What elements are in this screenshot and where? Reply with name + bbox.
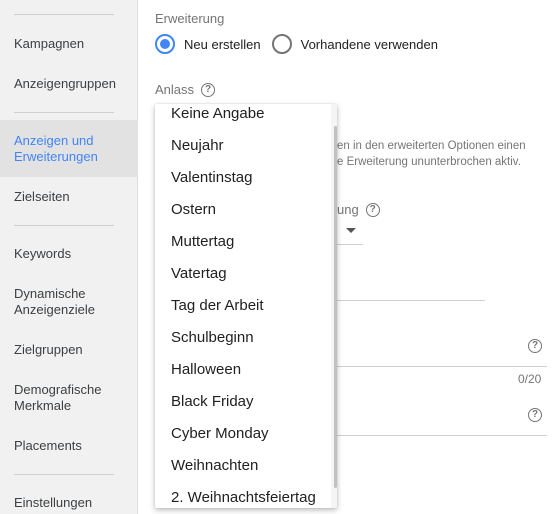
extension-radio-group: Neu erstellen Vorhandene verwenden bbox=[155, 34, 449, 54]
info-text-line-1: en in den erweiterten Optionen einen bbox=[337, 140, 526, 152]
chevron-down-icon[interactable] bbox=[346, 228, 356, 233]
occasion-label: Anlass ? bbox=[155, 82, 216, 97]
extension-label: Erweiterung bbox=[155, 11, 225, 26]
dropdown-option[interactable]: Halloween bbox=[155, 354, 331, 386]
dropdown-option[interactable]: Cyber Monday bbox=[155, 418, 331, 450]
sidebar-divider bbox=[14, 112, 114, 113]
dropdown-scrollbar[interactable] bbox=[331, 104, 337, 508]
sidebar-item-zielgruppen[interactable]: Zielgruppen bbox=[0, 342, 138, 358]
sidebar-divider bbox=[14, 225, 114, 226]
radio-new-label[interactable]: Neu erstellen bbox=[184, 37, 261, 52]
dropdown-option[interactable]: Schulbeginn bbox=[155, 322, 331, 354]
help-icon[interactable]: ? bbox=[201, 82, 216, 97]
radio-new[interactable] bbox=[155, 34, 175, 54]
sidebar-item-zielseiten[interactable]: Zielseiten bbox=[0, 189, 138, 205]
sidebar-item-einstellungen[interactable]: Einstellungen bbox=[0, 495, 138, 511]
dropdown-option[interactable]: Ostern bbox=[155, 194, 331, 226]
radio-existing-label[interactable]: Vorhandene verwenden bbox=[301, 37, 438, 52]
sidebar-item-kampagnen[interactable]: Kampagnen bbox=[0, 36, 138, 52]
dropdown-option[interactable]: Vatertag bbox=[155, 258, 331, 290]
dropdown-option[interactable]: Weihnachten bbox=[155, 450, 331, 482]
partial-field-label-text: ung bbox=[337, 202, 359, 217]
field-underline bbox=[337, 435, 547, 436]
help-icon[interactable]: ? bbox=[528, 408, 542, 422]
sidebar-divider bbox=[14, 14, 114, 15]
sidebar-item-dynamische-anzeigenziele[interactable]: Dynamische Anzeigenziele bbox=[0, 286, 138, 318]
dropdown-scrollbar-thumb[interactable] bbox=[334, 126, 337, 488]
dropdown-option[interactable]: Black Friday bbox=[155, 386, 331, 418]
dropdown-option[interactable]: Muttertag bbox=[155, 226, 331, 258]
dropdown-option[interactable]: Keine Angabe bbox=[155, 104, 331, 130]
dropdown-option[interactable]: 2. Weihnachtsfeiertag bbox=[155, 482, 331, 508]
sidebar-item-demografische-merkmale[interactable]: Demografische Merkmale bbox=[0, 382, 138, 414]
field-underline bbox=[337, 366, 547, 367]
sidebar-divider bbox=[14, 474, 114, 475]
radio-existing[interactable] bbox=[271, 34, 292, 54]
help-icon[interactable]: ? bbox=[365, 203, 380, 217]
sidebar: Kampagnen Anzeigengruppen Anzeigen und E… bbox=[0, 0, 138, 514]
dropdown-option[interactable]: Tag der Arbeit bbox=[155, 290, 331, 322]
dropdown-option[interactable]: Neujahr bbox=[155, 130, 331, 162]
field-underline bbox=[337, 244, 363, 245]
sidebar-item-placements[interactable]: Placements bbox=[0, 438, 138, 454]
sidebar-item-anzeigengruppen[interactable]: Anzeigengruppen bbox=[0, 76, 138, 92]
occasion-label-text: Anlass bbox=[155, 82, 195, 97]
help-icon[interactable]: ? bbox=[528, 339, 542, 353]
partial-field-label: ung ? bbox=[337, 202, 380, 218]
occasion-dropdown-menu[interactable]: Keine Angabe Neujahr Valentinstag Ostern… bbox=[155, 104, 337, 508]
character-counter: 0/20 bbox=[518, 372, 542, 386]
dropdown-list: Keine Angabe Neujahr Valentinstag Ostern… bbox=[155, 104, 331, 508]
sidebar-item-anzeigen-und-erweiterungen[interactable]: Anzeigen und Erweiterungen bbox=[0, 120, 138, 177]
dropdown-option[interactable]: Valentinstag bbox=[155, 162, 331, 194]
field-underline bbox=[337, 300, 485, 301]
sidebar-item-keywords[interactable]: Keywords bbox=[0, 246, 138, 262]
info-text-line-2: e Erweiterung ununterbrochen aktiv. bbox=[337, 156, 521, 168]
